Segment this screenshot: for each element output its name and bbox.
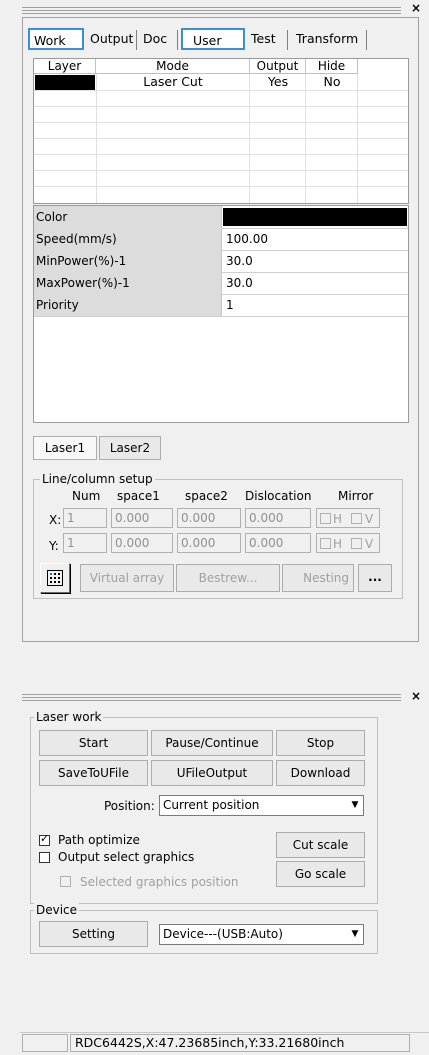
position-select-value: Current position [163,798,260,812]
mirror-h-label: H [333,537,343,551]
ufile-output-button[interactable]: UFileOutput [151,760,273,786]
y-dislocation-field[interactable]: 0.000 [245,533,311,553]
column-header-output[interactable]: Output [250,59,306,74]
line-column-title: Line/column setup [40,472,155,486]
laser1-button[interactable]: Laser1 [33,436,97,460]
selected-pos-label[interactable]: Selected graphics position [80,875,239,889]
color-value-swatch[interactable] [223,208,407,226]
tab-user[interactable]: User [181,28,245,50]
layer-color-swatch[interactable] [35,75,95,90]
device-select-value: Device---(USB:Auto) [163,927,283,941]
tab-test[interactable]: Test [247,28,280,50]
selected-pos-checkbox[interactable] [60,876,71,887]
property-row-maxpower[interactable]: MaxPower(%)-1 30.0 [34,272,408,295]
y-space1-field[interactable]: 0.000 [111,533,173,553]
header-mirror: Mirror [338,489,374,503]
laser2-button[interactable]: Laser2 [99,436,161,460]
mirror-h-label: H [333,512,343,526]
mirror-v-label: V [365,512,374,526]
y-label: Y: [49,539,59,553]
x-label: X: [49,513,62,527]
property-name: MinPower(%)-1 [34,250,222,272]
property-value[interactable]: 100.00 [226,228,268,250]
y-mirror-v-checkbox[interactable] [351,538,362,549]
x-dislocation-field[interactable]: 0.000 [245,508,311,528]
bestrew-button[interactable]: Bestrew... [176,564,280,592]
output-select-checkbox[interactable] [39,852,50,863]
property-grid[interactable]: Color Speed(mm/s) 100.00 MinPower(%)-1 3… [33,205,409,423]
header-num: Num [72,489,101,503]
mirror-v-label: V [365,537,374,551]
header-space1: space1 [117,489,160,503]
y-mirror-h-checkbox[interactable] [320,538,331,549]
setting-button[interactable]: Setting [39,921,148,947]
tab-transform[interactable]: Transform [292,28,362,50]
go-scale-button[interactable]: Go scale [276,861,365,887]
property-row-speed[interactable]: Speed(mm/s) 100.00 [34,228,408,251]
property-row-minpower[interactable]: MinPower(%)-1 30.0 [34,250,408,273]
property-row-color[interactable]: Color [34,206,408,229]
virtual-array-button[interactable]: Virtual array [80,564,174,592]
property-row-priority[interactable]: Priority 1 [34,294,408,317]
path-optimize-label[interactable]: Path optimize [58,833,140,847]
path-optimize-checkbox[interactable] [39,832,50,846]
stop-button[interactable]: Stop [276,730,365,756]
position-label: Position: [104,799,155,813]
table-row[interactable]: Laser Cut Yes No [34,74,358,90]
y-num-field[interactable]: 1 [63,533,107,553]
column-header-mode[interactable]: Mode [96,59,250,74]
status-cell-empty [22,1034,68,1052]
x-num-field[interactable]: 1 [63,508,107,528]
layer-table[interactable]: Layer Mode Output Hide Laser Cut Yes No [33,58,409,204]
tab-separator [136,30,137,50]
save-to-ufile-button[interactable]: SaveToUFile [39,760,148,786]
property-value[interactable]: 1 [226,294,234,316]
header-space2: space2 [185,489,228,503]
nesting-button[interactable]: Nesting [282,564,354,592]
cut-scale-button[interactable]: Cut scale [276,832,365,858]
chevron-down-icon[interactable]: ▼ [347,925,363,944]
tab-separator [366,30,367,50]
tab-doc[interactable]: Doc [139,28,171,50]
mode-cell: Laser Cut [143,74,203,89]
status-text: RDC6442S,X:47.23685inch,Y:33.21680inch [70,1034,410,1052]
column-header-hide[interactable]: Hide [306,59,358,74]
property-name: Priority [34,294,222,316]
array-grid-button[interactable] [40,563,70,593]
property-name: Color [34,206,222,228]
y-space2-field[interactable]: 0.000 [177,533,241,553]
property-name: Speed(mm/s) [34,228,222,250]
position-select[interactable]: Current position ▼ [159,795,364,816]
hide-cell: No [323,74,341,89]
close-icon[interactable]: × [411,690,421,702]
pause-continue-button[interactable]: Pause/Continue [151,730,273,756]
output-select-label[interactable]: Output select graphics [58,850,194,864]
laser-work-title: Laser work [34,710,104,724]
chevron-down-icon[interactable]: ▼ [347,796,363,815]
device-title: Device [34,903,80,917]
more-button[interactable]: ... [358,564,392,592]
column-header-layer[interactable]: Layer [34,59,96,74]
grid-array-icon [47,570,63,586]
tab-separator [177,30,178,50]
property-value[interactable]: 30.0 [226,250,253,272]
panel-grip[interactable] [22,7,401,14]
property-name: MaxPower(%)-1 [34,272,222,294]
panel-grip[interactable] [22,694,401,701]
x-space2-field[interactable]: 0.000 [177,508,241,528]
x-mirror-h-checkbox[interactable] [320,513,331,524]
tab-separator [287,30,288,50]
close-icon[interactable]: × [411,2,421,14]
header-dislocation: Dislocation [245,489,312,503]
x-space1-field[interactable]: 0.000 [111,508,173,528]
start-button[interactable]: Start [39,730,148,756]
property-value[interactable]: 30.0 [226,272,253,294]
output-cell: Yes [267,74,289,89]
tab-work[interactable]: Work [28,28,84,50]
x-mirror-v-checkbox[interactable] [351,513,362,524]
device-select[interactable]: Device---(USB:Auto) ▼ [159,924,364,945]
tab-output[interactable]: Output [86,28,137,50]
download-button[interactable]: Download [276,760,365,786]
